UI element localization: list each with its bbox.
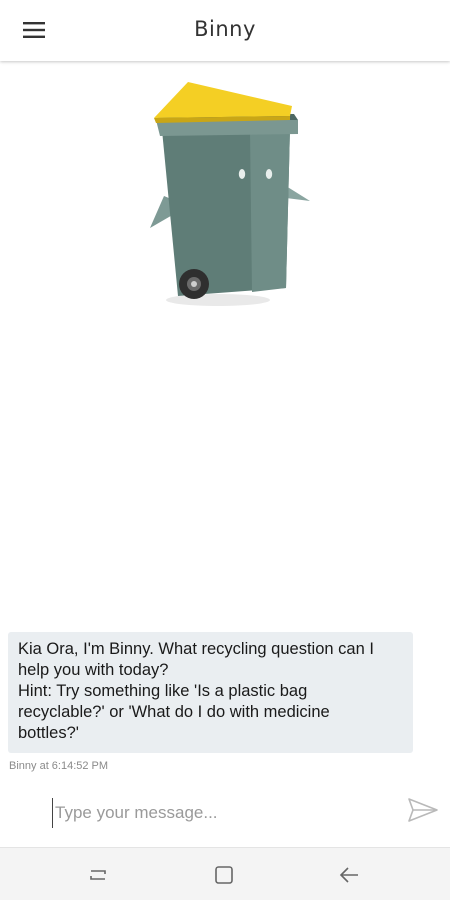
message-line: recyclable?' or 'What do I do with medic… bbox=[18, 703, 330, 721]
system-navigation-bar bbox=[0, 847, 450, 900]
page-title: Binny bbox=[194, 17, 256, 41]
recent-apps-icon bbox=[90, 870, 106, 880]
message-input[interactable] bbox=[52, 798, 385, 828]
recent-apps-button[interactable] bbox=[84, 862, 112, 888]
home-button[interactable] bbox=[210, 862, 238, 888]
home-icon bbox=[215, 866, 233, 884]
back-button[interactable] bbox=[335, 862, 363, 888]
message-line: help you with today? bbox=[18, 661, 169, 679]
send-button[interactable] bbox=[406, 796, 440, 824]
message-line: Hint: Try something like 'Is a plastic b… bbox=[18, 682, 308, 700]
message-line: bottles?' bbox=[18, 724, 79, 742]
message-line: Kia Ora, I'm Binny. What recycling quest… bbox=[18, 640, 374, 658]
app-screen: Binny Kia Ora, I'm Binny. What recycling… bbox=[0, 0, 450, 900]
message-timestamp: Binny at 6:14:52 PM bbox=[9, 760, 109, 772]
bot-message-bubble: Kia Ora, I'm Binny. What recycling quest… bbox=[8, 632, 413, 753]
message-composer bbox=[0, 786, 450, 840]
app-header: Binny bbox=[0, 0, 450, 61]
binny-mascot-icon bbox=[150, 82, 310, 306]
send-icon bbox=[408, 798, 438, 822]
back-icon bbox=[339, 867, 358, 883]
